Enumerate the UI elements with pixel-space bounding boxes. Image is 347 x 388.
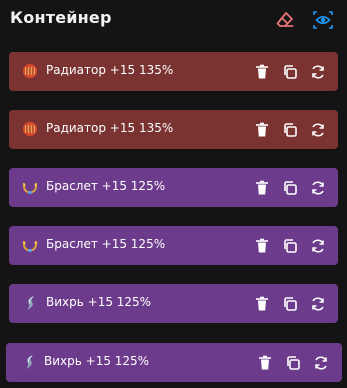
delete-button[interactable] xyxy=(253,121,271,139)
item-row-dragging[interactable]: Вихрь +15 125% xyxy=(6,343,342,382)
delete-button[interactable] xyxy=(253,237,271,255)
item-label: Радиатор +15 135% xyxy=(46,63,174,77)
copy-button[interactable] xyxy=(284,354,302,372)
bracelet-icon xyxy=(21,236,39,254)
replace-button[interactable] xyxy=(309,237,327,255)
delete-button[interactable] xyxy=(256,354,274,372)
trash-icon xyxy=(256,64,268,79)
replace-button[interactable] xyxy=(309,63,327,81)
trash-icon xyxy=(259,355,271,370)
trash-icon xyxy=(256,296,268,311)
swap-icon xyxy=(312,239,324,253)
item-row[interactable]: Браслет +15 125% xyxy=(9,226,338,265)
radiator-icon xyxy=(21,62,39,80)
item-label: Браслет +15 125% xyxy=(46,179,166,193)
copy-icon xyxy=(284,239,297,253)
trash-icon xyxy=(256,122,268,137)
copy-icon xyxy=(284,297,297,311)
bracelet-icon xyxy=(21,178,39,196)
whirl-icon xyxy=(20,353,38,371)
swap-icon xyxy=(312,65,324,79)
eye-icon xyxy=(313,11,333,29)
copy-icon xyxy=(287,356,300,370)
copy-button[interactable] xyxy=(281,121,299,139)
trash-icon xyxy=(256,238,268,253)
delete-button[interactable] xyxy=(253,63,271,81)
replace-button[interactable] xyxy=(312,354,330,372)
swap-icon xyxy=(312,181,324,195)
whirl-icon xyxy=(21,294,39,312)
swap-icon xyxy=(315,356,327,370)
replace-button[interactable] xyxy=(309,295,327,313)
copy-button[interactable] xyxy=(281,237,299,255)
swap-icon xyxy=(312,123,324,137)
copy-icon xyxy=(284,65,297,79)
replace-button[interactable] xyxy=(309,121,327,139)
item-row[interactable]: Радиатор +15 135% xyxy=(9,110,338,149)
clear-button[interactable] xyxy=(273,8,297,32)
swap-icon xyxy=(312,297,324,311)
visibility-button[interactable] xyxy=(311,8,335,32)
item-row[interactable]: Радиатор +15 135% xyxy=(9,52,338,91)
copy-button[interactable] xyxy=(281,63,299,81)
copy-button[interactable] xyxy=(281,179,299,197)
item-row[interactable]: Браслет +15 125% xyxy=(9,168,338,207)
replace-button[interactable] xyxy=(309,179,327,197)
delete-button[interactable] xyxy=(253,179,271,197)
radiator-icon xyxy=(21,120,39,138)
copy-icon xyxy=(284,123,297,137)
eraser-icon xyxy=(276,12,294,27)
trash-icon xyxy=(256,180,268,195)
item-label: Браслет +15 125% xyxy=(46,237,166,251)
container-header: Контейнер xyxy=(0,0,347,40)
item-label: Радиатор +15 135% xyxy=(46,121,174,135)
copy-button[interactable] xyxy=(281,295,299,313)
delete-button[interactable] xyxy=(253,295,271,313)
page-title: Контейнер xyxy=(10,8,112,27)
item-label: Вихрь +15 125% xyxy=(46,295,152,309)
item-row[interactable]: Вихрь +15 125% xyxy=(9,284,338,323)
copy-icon xyxy=(284,181,297,195)
item-label: Вихрь +15 125% xyxy=(44,354,150,368)
